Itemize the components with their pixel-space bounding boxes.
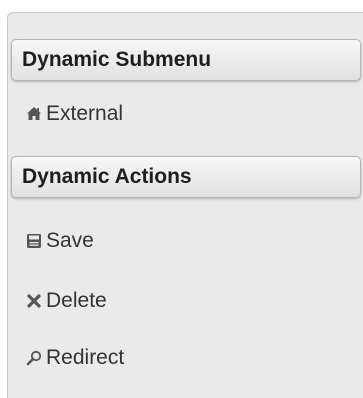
menu-item-delete[interactable]: Delete [25,289,107,313]
menu-item-label: Save [46,229,94,252]
search-icon [25,349,43,367]
menu-item-external[interactable]: External [25,102,123,126]
save-icon [25,232,43,250]
menu-item-save[interactable]: Save [25,229,94,253]
home-icon [25,105,43,123]
dynamic-actions-header[interactable]: Dynamic Actions [11,156,361,198]
close-icon [25,292,43,310]
menu-panel: Dynamic Submenu External Dynamic Actions… [7,12,363,398]
menu-item-label: Redirect [46,346,125,369]
menu-item-redirect[interactable]: Redirect [25,346,124,370]
menu-item-label: External [46,102,124,125]
dynamic-submenu-header[interactable]: Dynamic Submenu [11,39,361,81]
menu-item-label: Delete [46,289,107,312]
